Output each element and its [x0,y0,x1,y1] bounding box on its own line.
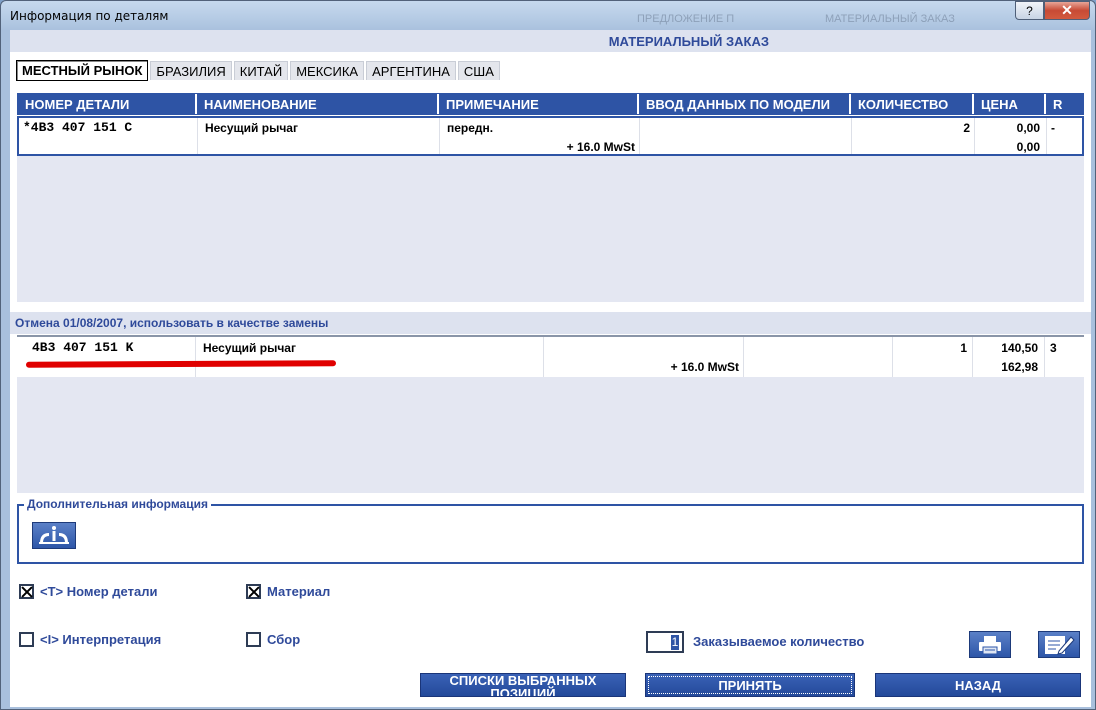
price-cell: 0,00 0,00 [975,118,1047,154]
table-header: НОМЕР ДЕТАЛИ НАИМЕНОВАНИЕ ПРИМЕЧАНИЕ ВВО… [17,93,1084,115]
checkbox-box[interactable] [19,632,34,647]
dialog-body: МАТЕРИАЛЬНЫЙ ЗАКАЗ МЕСТНЫЙ РЫНОК БРАЗИЛИ… [10,30,1091,707]
checkbox-box[interactable] [19,584,34,599]
order-quantity-label: Заказываемое количество [693,634,865,649]
additional-info-legend: Дополнительная информация [24,497,211,511]
column-r[interactable]: R [1046,94,1083,114]
quantity-cell: 2 [852,118,975,154]
info-icon [39,525,69,544]
info-button[interactable] [32,522,76,549]
window-title: Информация по деталям [10,9,169,23]
tab-mexico[interactable]: МЕКСИКА [290,61,365,80]
title-bar[interactable]: Информация по деталям ПРЕДЛОЖЕНИЕ П МАТЕ… [1,1,1095,31]
tab-usa[interactable]: США [457,61,500,80]
assembly-checkbox[interactable]: Сбор [246,632,300,647]
page-title: МАТЕРИАЛЬНЫЙ ЗАКАЗ [10,30,1091,52]
material-checkbox-label: Материал [267,584,331,599]
background-ghost-text: МАТЕРИАЛЬНЫЙ ЗАКАЗ [825,13,955,25]
note-cell: + 16.0 MwSt [544,337,744,377]
order-quantity-input[interactable]: 1 [646,631,684,653]
quantity: 1 [960,341,967,355]
part-number-checkbox-label: <T> Номер детали [40,584,158,599]
name-cell: Несущий рычаг [196,337,544,377]
replacement-table: 4B3 407 151 K Несущий рычаг + 16.0 MwSt … [17,335,1084,493]
checkbox-box[interactable] [246,632,261,647]
tab-china[interactable]: КИТАЙ [233,61,289,80]
part-number-cell: 4B3 407 151 K [17,337,196,377]
close-icon: ✕ [1061,2,1073,18]
price-total: 0,00 [1016,140,1040,154]
note-cell: передн. + 16.0 MwSt [440,118,640,154]
part-number-cell: *4B3 407 151 C [19,118,198,154]
interpretation-checkbox[interactable]: <I> Интерпретация [19,632,161,647]
column-quantity[interactable]: КОЛИЧЕСТВО [851,94,974,114]
table-row[interactable]: *4B3 407 151 C Несущий рычаг передн. + 1… [17,116,1084,156]
tax-note: + 16.0 MwSt [566,140,635,154]
quantity-cell: 1 [893,337,973,377]
close-button[interactable]: ✕ [1044,1,1090,20]
price: 0,00 [1016,121,1040,135]
column-name[interactable]: НАИМЕНОВАНИЕ [197,94,439,114]
column-note[interactable]: ПРИМЕЧАНИЕ [439,94,639,114]
price: 140,50 [1001,341,1038,355]
replacement-section-title: Отмена 01/08/2007, использовать в качест… [10,312,1091,334]
model-input-cell [744,337,893,377]
checkbox-box[interactable] [246,584,261,599]
additional-info-panel: Дополнительная информация [17,497,1084,564]
order-quantity-value: 1 [671,635,679,650]
print-button[interactable] [969,631,1011,658]
accept-button[interactable]: ПРИНЯТЬ [645,673,855,697]
r-cell: - [1047,118,1082,154]
tab-argentina[interactable]: АРГЕНТИНА [366,61,456,80]
edit-note-icon [1045,635,1075,655]
help-icon: ? [1026,3,1033,18]
tab-brazil[interactable]: БРАЗИЛИЯ [150,61,232,80]
window: Информация по деталям ПРЕДЛОЖЕНИЕ П МАТЕ… [0,0,1096,710]
parts-table: *4B3 407 151 C Несущий рычаг передн. + 1… [17,116,1084,302]
table-row[interactable]: 4B3 407 151 K Несущий рычаг + 16.0 MwSt … [17,335,1084,377]
price-cell: 140,50 162,98 [973,337,1045,377]
r-value: - [1051,121,1055,135]
column-price[interactable]: ЦЕНА [974,94,1046,114]
part-number: 4B3 407 151 K [32,340,134,355]
market-tabs: МЕСТНЫЙ РЫНОК БРАЗИЛИЯ КИТАЙ МЕКСИКА АРГ… [16,60,500,81]
tab-local-market[interactable]: МЕСТНЫЙ РЫНОК [16,60,149,81]
price-total: 162,98 [1001,360,1038,374]
r-value: 3 [1050,341,1057,355]
help-button[interactable]: ? [1015,1,1044,20]
tax-note: + 16.0 MwSt [670,360,739,374]
interpretation-checkbox-label: <I> Интерпретация [40,632,162,647]
back-button[interactable]: НАЗАД [875,673,1081,697]
selected-lists-button[interactable]: СПИСКИ ВЫБРАННЫХ ПОЗИЦИЙ [420,673,626,697]
quantity: 2 [963,121,970,135]
part-number-checkbox[interactable]: <T> Номер детали [19,584,157,599]
name-cell: Несущий рычаг [198,118,440,154]
material-checkbox[interactable]: Материал [246,584,330,599]
part-note: передн. [447,121,494,135]
part-name: Несущий рычаг [203,341,296,355]
background-ghost-text: ПРЕДЛОЖЕНИЕ П [637,13,735,25]
r-cell: 3 [1045,337,1082,377]
column-part-number[interactable]: НОМЕР ДЕТАЛИ [18,94,197,114]
edit-button[interactable] [1038,631,1080,658]
model-input-cell [640,118,852,154]
assembly-checkbox-label: Сбор [267,632,301,647]
printer-icon [979,635,1001,654]
part-name: Несущий рычаг [205,121,298,135]
part-number: *4B3 407 151 C [23,120,133,135]
column-model-input[interactable]: ВВОД ДАННЫХ ПО МОДЕЛИ [639,94,851,114]
